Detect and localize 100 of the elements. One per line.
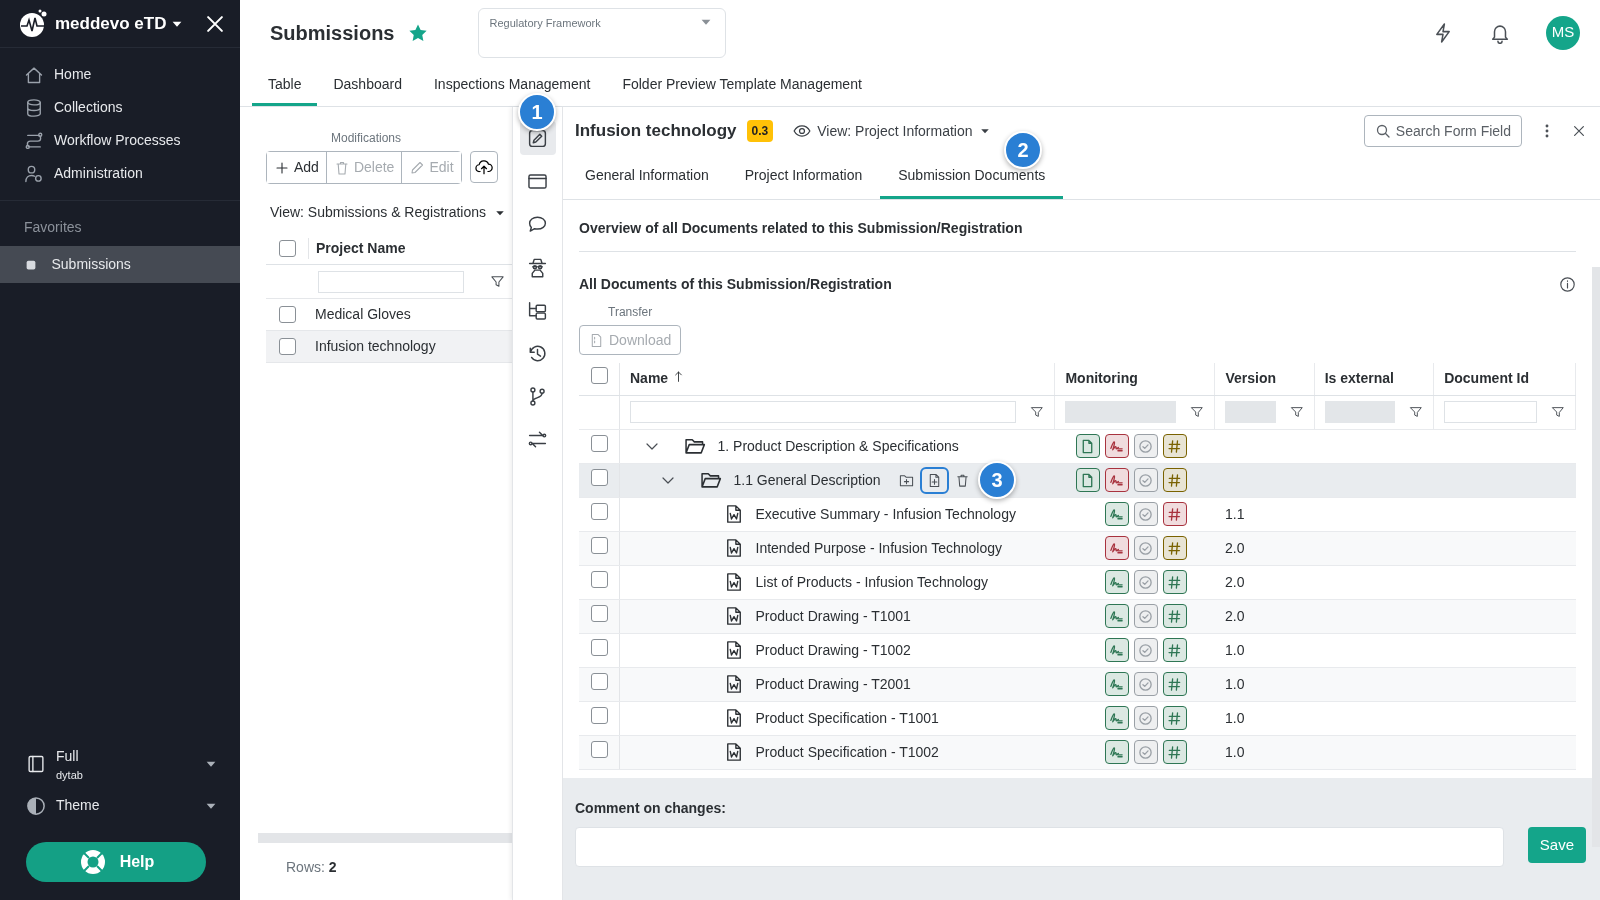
checkbox[interactable]: [590, 536, 608, 554]
checkbox[interactable]: [590, 502, 608, 520]
status-chip[interactable]: [1104, 706, 1129, 730]
checkbox[interactable]: [590, 672, 608, 690]
nav-item[interactable]: Administration: [0, 157, 240, 190]
status-chip[interactable]: [1162, 740, 1187, 764]
filter-button[interactable]: [1030, 405, 1045, 419]
upload-button[interactable]: [469, 151, 498, 183]
status-chip[interactable]: [1162, 502, 1187, 526]
status-chip[interactable]: [1075, 468, 1100, 492]
table-row[interactable]: Intended Purpose - Infusion Technology 2.0: [579, 531, 1576, 565]
signature-icon: [1109, 438, 1125, 454]
status-chip[interactable]: [1104, 434, 1129, 458]
column-header[interactable]: Version: [1225, 368, 1277, 390]
item-name[interactable]: Product Drawing - T1002: [755, 639, 911, 661]
info-button[interactable]: [1559, 276, 1576, 293]
status-chip[interactable]: [1104, 570, 1129, 594]
favorite-item[interactable]: Submissions: [0, 246, 240, 283]
status-chip[interactable]: [1162, 570, 1187, 594]
tab[interactable]: Table: [252, 65, 318, 106]
item-name[interactable]: 1. Product Description & Specifications: [717, 435, 959, 457]
filter-button[interactable]: [1551, 405, 1565, 419]
signature-icon: [1109, 676, 1125, 692]
signature-icon: [1109, 744, 1125, 760]
filter-field[interactable]: [1444, 401, 1537, 423]
checkbox[interactable]: [278, 338, 296, 355]
filter-button[interactable]: [490, 274, 505, 289]
status-chip[interactable]: [1104, 468, 1129, 492]
toolbar-label: Transfer: [607, 304, 654, 321]
table-row[interactable]: List of Products - Infusion Technology 2.0: [579, 565, 1576, 599]
section-heading: Favorites: [23, 218, 83, 237]
search-icon: [1374, 123, 1391, 139]
status-chip[interactable]: [1162, 706, 1187, 730]
view-dropdown[interactable]: View: Submissions & Registrations: [266, 202, 512, 223]
comment-field[interactable]: [575, 827, 1504, 867]
scrollbar[interactable]: [258, 833, 512, 843]
status-chip[interactable]: [1075, 434, 1100, 458]
checkbox[interactable]: [590, 434, 608, 452]
tab[interactable]: Folder Preview Template Management: [606, 65, 878, 106]
view-dropdown[interactable]: View: Project Information: [783, 120, 991, 142]
checkbox[interactable]: [590, 570, 608, 588]
item-name[interactable]: Executive Summary - Infusion Technology: [755, 503, 1016, 525]
table-row[interactable]: Executive Summary - Infusion Technology 1.1: [579, 497, 1576, 531]
filter-button[interactable]: [1409, 405, 1424, 419]
item-name[interactable]: List of Products - Infusion Technology: [755, 571, 988, 593]
layout-selector[interactable]: Full dytab: [56, 745, 218, 783]
nav-item[interactable]: Workflow Processes: [0, 124, 240, 157]
status-chip[interactable]: [1104, 740, 1129, 764]
table-row[interactable]: Product Drawing - T2001 1.0: [579, 667, 1576, 701]
checkbox[interactable]: [590, 604, 608, 622]
status-chip[interactable]: [1162, 672, 1187, 696]
checkbox[interactable]: [590, 468, 608, 486]
column-header[interactable]: Document Id: [1444, 368, 1529, 390]
status-chip[interactable]: [1162, 604, 1187, 628]
add-folder-icon: [898, 472, 914, 488]
checkbox[interactable]: [278, 240, 296, 257]
checkbox[interactable]: [590, 706, 608, 724]
status-chip[interactable]: [1104, 604, 1129, 628]
column-header[interactable]: Monitoring: [1065, 368, 1138, 390]
checkbox[interactable]: [278, 306, 296, 323]
status-chip[interactable]: [1162, 468, 1187, 492]
column-header[interactable]: Is external: [1324, 368, 1394, 390]
theme-selector[interactable]: Theme: [56, 795, 218, 816]
item-name[interactable]: Product Specification - T1001: [755, 707, 939, 729]
nav-item[interactable]: Collections: [0, 91, 240, 124]
status-chip[interactable]: [1104, 638, 1129, 662]
table-row[interactable]: Product Drawing - T1002 1.0: [579, 633, 1576, 667]
filter-field[interactable]: [318, 270, 464, 293]
table-row[interactable]: Infusion technology: [266, 331, 512, 363]
nav-item[interactable]: Home: [0, 58, 240, 91]
table-row[interactable]: Product Specification - T1001 1.0: [579, 701, 1576, 735]
table-row[interactable]: Product Specification - T1002 1.0: [579, 735, 1576, 769]
search-button[interactable]: Search Form Field: [1363, 115, 1522, 147]
filter-button[interactable]: [1190, 405, 1205, 419]
item-name[interactable]: 1.1 General Description: [733, 469, 881, 491]
user-gear-icon: [24, 163, 44, 184]
table-row[interactable]: 1. Product Description & Specifications: [579, 429, 1576, 463]
add-file-button[interactable]: [921, 468, 947, 492]
status-chip[interactable]: [1104, 672, 1129, 696]
tab[interactable]: Project Information: [726, 155, 881, 199]
column-header[interactable]: Name: [630, 368, 669, 390]
tab[interactable]: Dashboard: [317, 65, 418, 106]
status-chip[interactable]: [1162, 536, 1187, 560]
checkbox[interactable]: [590, 638, 608, 656]
scrollbar[interactable]: [1592, 267, 1600, 847]
table-row[interactable]: Product Drawing - T1001 2.0: [579, 599, 1576, 633]
filter-button[interactable]: [1289, 405, 1304, 419]
checkbox[interactable]: [590, 367, 608, 385]
close-button[interactable]: [1572, 124, 1586, 138]
status-chip[interactable]: [1162, 434, 1187, 458]
framework-select[interactable]: Regulatory Framework: [478, 7, 727, 58]
brand-menu[interactable]: meddevo eTD: [55, 10, 184, 37]
document-icon: [724, 742, 744, 762]
status-chip[interactable]: [1104, 536, 1129, 560]
table-cell: 1.0: [1224, 675, 1245, 692]
status-chip[interactable]: [1104, 502, 1129, 526]
checkbox[interactable]: [590, 740, 608, 758]
status-chip[interactable]: [1162, 638, 1187, 662]
tab[interactable]: General Information: [567, 155, 727, 199]
filter-field[interactable]: [630, 401, 1017, 423]
